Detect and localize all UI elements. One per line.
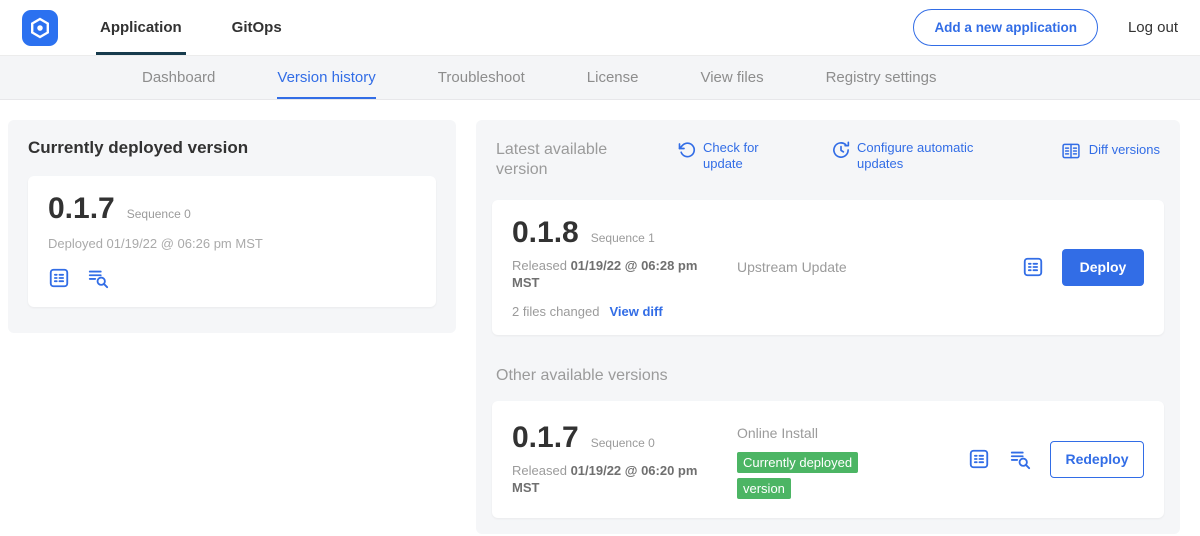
latest-available-title: Latest available version <box>496 140 656 180</box>
configure-updates-label: Configure automatic updates <box>857 140 988 173</box>
other-version-card: 0.1.7 Sequence 0 Released 01/19/22 @ 06:… <box>492 401 1164 518</box>
navbar-right: Add a new application Log out <box>913 0 1178 55</box>
latest-source-label: Upstream Update <box>737 259 1022 275</box>
other-sequence-label: Sequence 0 <box>591 436 655 450</box>
other-source-label: Online Install <box>737 425 968 441</box>
view-diff-icon[interactable] <box>1008 448 1032 470</box>
add-application-button[interactable]: Add a new application <box>913 9 1098 46</box>
other-version-row: 0.1.7 Sequence 0 <box>512 421 737 455</box>
deployed-panel-title: Currently deployed version <box>28 138 436 158</box>
other-version-info: 0.1.7 Sequence 0 Released 01/19/22 @ 06:… <box>512 421 737 497</box>
redeploy-button[interactable]: Redeploy <box>1050 441 1144 478</box>
check-update-label: Check for update <box>703 140 780 173</box>
configure-updates-link[interactable]: Configure automatic updates <box>832 140 988 173</box>
currently-deployed-badge: Currently deployed version <box>737 452 858 499</box>
available-versions-header: Latest available version Check for updat… <box>496 140 1160 180</box>
subnav-registry-settings[interactable]: Registry settings <box>826 56 937 99</box>
other-released-timestamp: Released 01/19/22 @ 06:20 pm MST <box>512 463 708 497</box>
app-logo-icon <box>29 17 51 39</box>
latest-actions: Deploy <box>1022 249 1144 286</box>
deploy-button[interactable]: Deploy <box>1062 249 1144 286</box>
subnav-version-history[interactable]: Version history <box>277 56 375 99</box>
deployed-timestamp: Deployed 01/19/22 @ 06:26 pm MST <box>48 236 416 251</box>
deployed-badge-wrap: Currently deployed version <box>737 450 875 502</box>
tab-application-label: Application <box>100 19 182 36</box>
view-diff-icon[interactable] <box>86 267 110 289</box>
other-version-number: 0.1.7 <box>512 421 579 455</box>
diff-versions-label: Diff versions <box>1089 142 1160 158</box>
release-notes-icon[interactable] <box>968 448 990 470</box>
diff-versions-link[interactable]: Diff versions <box>1060 140 1160 161</box>
subnav-view-files[interactable]: View files <box>700 56 763 99</box>
logout-link[interactable]: Log out <box>1128 19 1178 36</box>
subnav-license[interactable]: License <box>587 56 639 99</box>
released-label: Released <box>512 463 567 478</box>
release-notes-icon[interactable] <box>1022 256 1044 278</box>
currently-deployed-panel: Currently deployed version 0.1.7 Sequenc… <box>8 120 456 333</box>
latest-version-info: 0.1.8 Sequence 1 Released 01/19/22 @ 06:… <box>512 216 737 319</box>
app-logo[interactable] <box>22 10 58 46</box>
released-label: Released <box>512 258 567 273</box>
release-notes-icon[interactable] <box>48 267 70 289</box>
tab-gitops[interactable]: GitOps <box>228 0 286 55</box>
app-subnav: Dashboard Version history Troubleshoot L… <box>0 56 1200 100</box>
schedule-update-icon <box>832 140 850 159</box>
files-changed-label: 2 files changed <box>512 304 599 319</box>
latest-files-row: 2 files changed View diff <box>512 304 737 319</box>
view-diff-link[interactable]: View diff <box>609 304 662 319</box>
check-update-icon <box>678 140 696 159</box>
latest-version-card: 0.1.8 Sequence 1 Released 01/19/22 @ 06:… <box>492 200 1164 335</box>
latest-version-number: 0.1.8 <box>512 216 579 250</box>
subnav-dashboard[interactable]: Dashboard <box>142 56 215 99</box>
deployed-version-card: 0.1.7 Sequence 0 Deployed 01/19/22 @ 06:… <box>28 176 436 307</box>
available-versions-panel: Latest available version Check for updat… <box>476 120 1180 534</box>
tab-gitops-label: GitOps <box>232 19 282 36</box>
main-content: Currently deployed version 0.1.7 Sequenc… <box>0 100 1200 534</box>
other-versions-heading: Other available versions <box>496 367 1160 385</box>
other-source-block: Online Install Currently deployed versio… <box>737 417 968 502</box>
latest-sequence-label: Sequence 1 <box>591 231 655 245</box>
deployed-version-number: 0.1.7 <box>48 192 115 226</box>
deployed-version-row: 0.1.7 Sequence 0 <box>48 192 416 226</box>
other-actions: Redeploy <box>968 441 1144 478</box>
deployed-sequence-label: Sequence 0 <box>127 207 191 221</box>
check-for-update-link[interactable]: Check for update <box>678 140 780 173</box>
diff-versions-icon <box>1060 140 1082 161</box>
tab-application[interactable]: Application <box>96 0 186 55</box>
top-navbar: Application GitOps Add a new application… <box>0 0 1200 56</box>
deployed-actions <box>48 267 416 289</box>
latest-released-timestamp: Released 01/19/22 @ 06:28 pm MST <box>512 258 708 292</box>
latest-version-row: 0.1.8 Sequence 1 <box>512 216 737 250</box>
subnav-troubleshoot[interactable]: Troubleshoot <box>438 56 525 99</box>
